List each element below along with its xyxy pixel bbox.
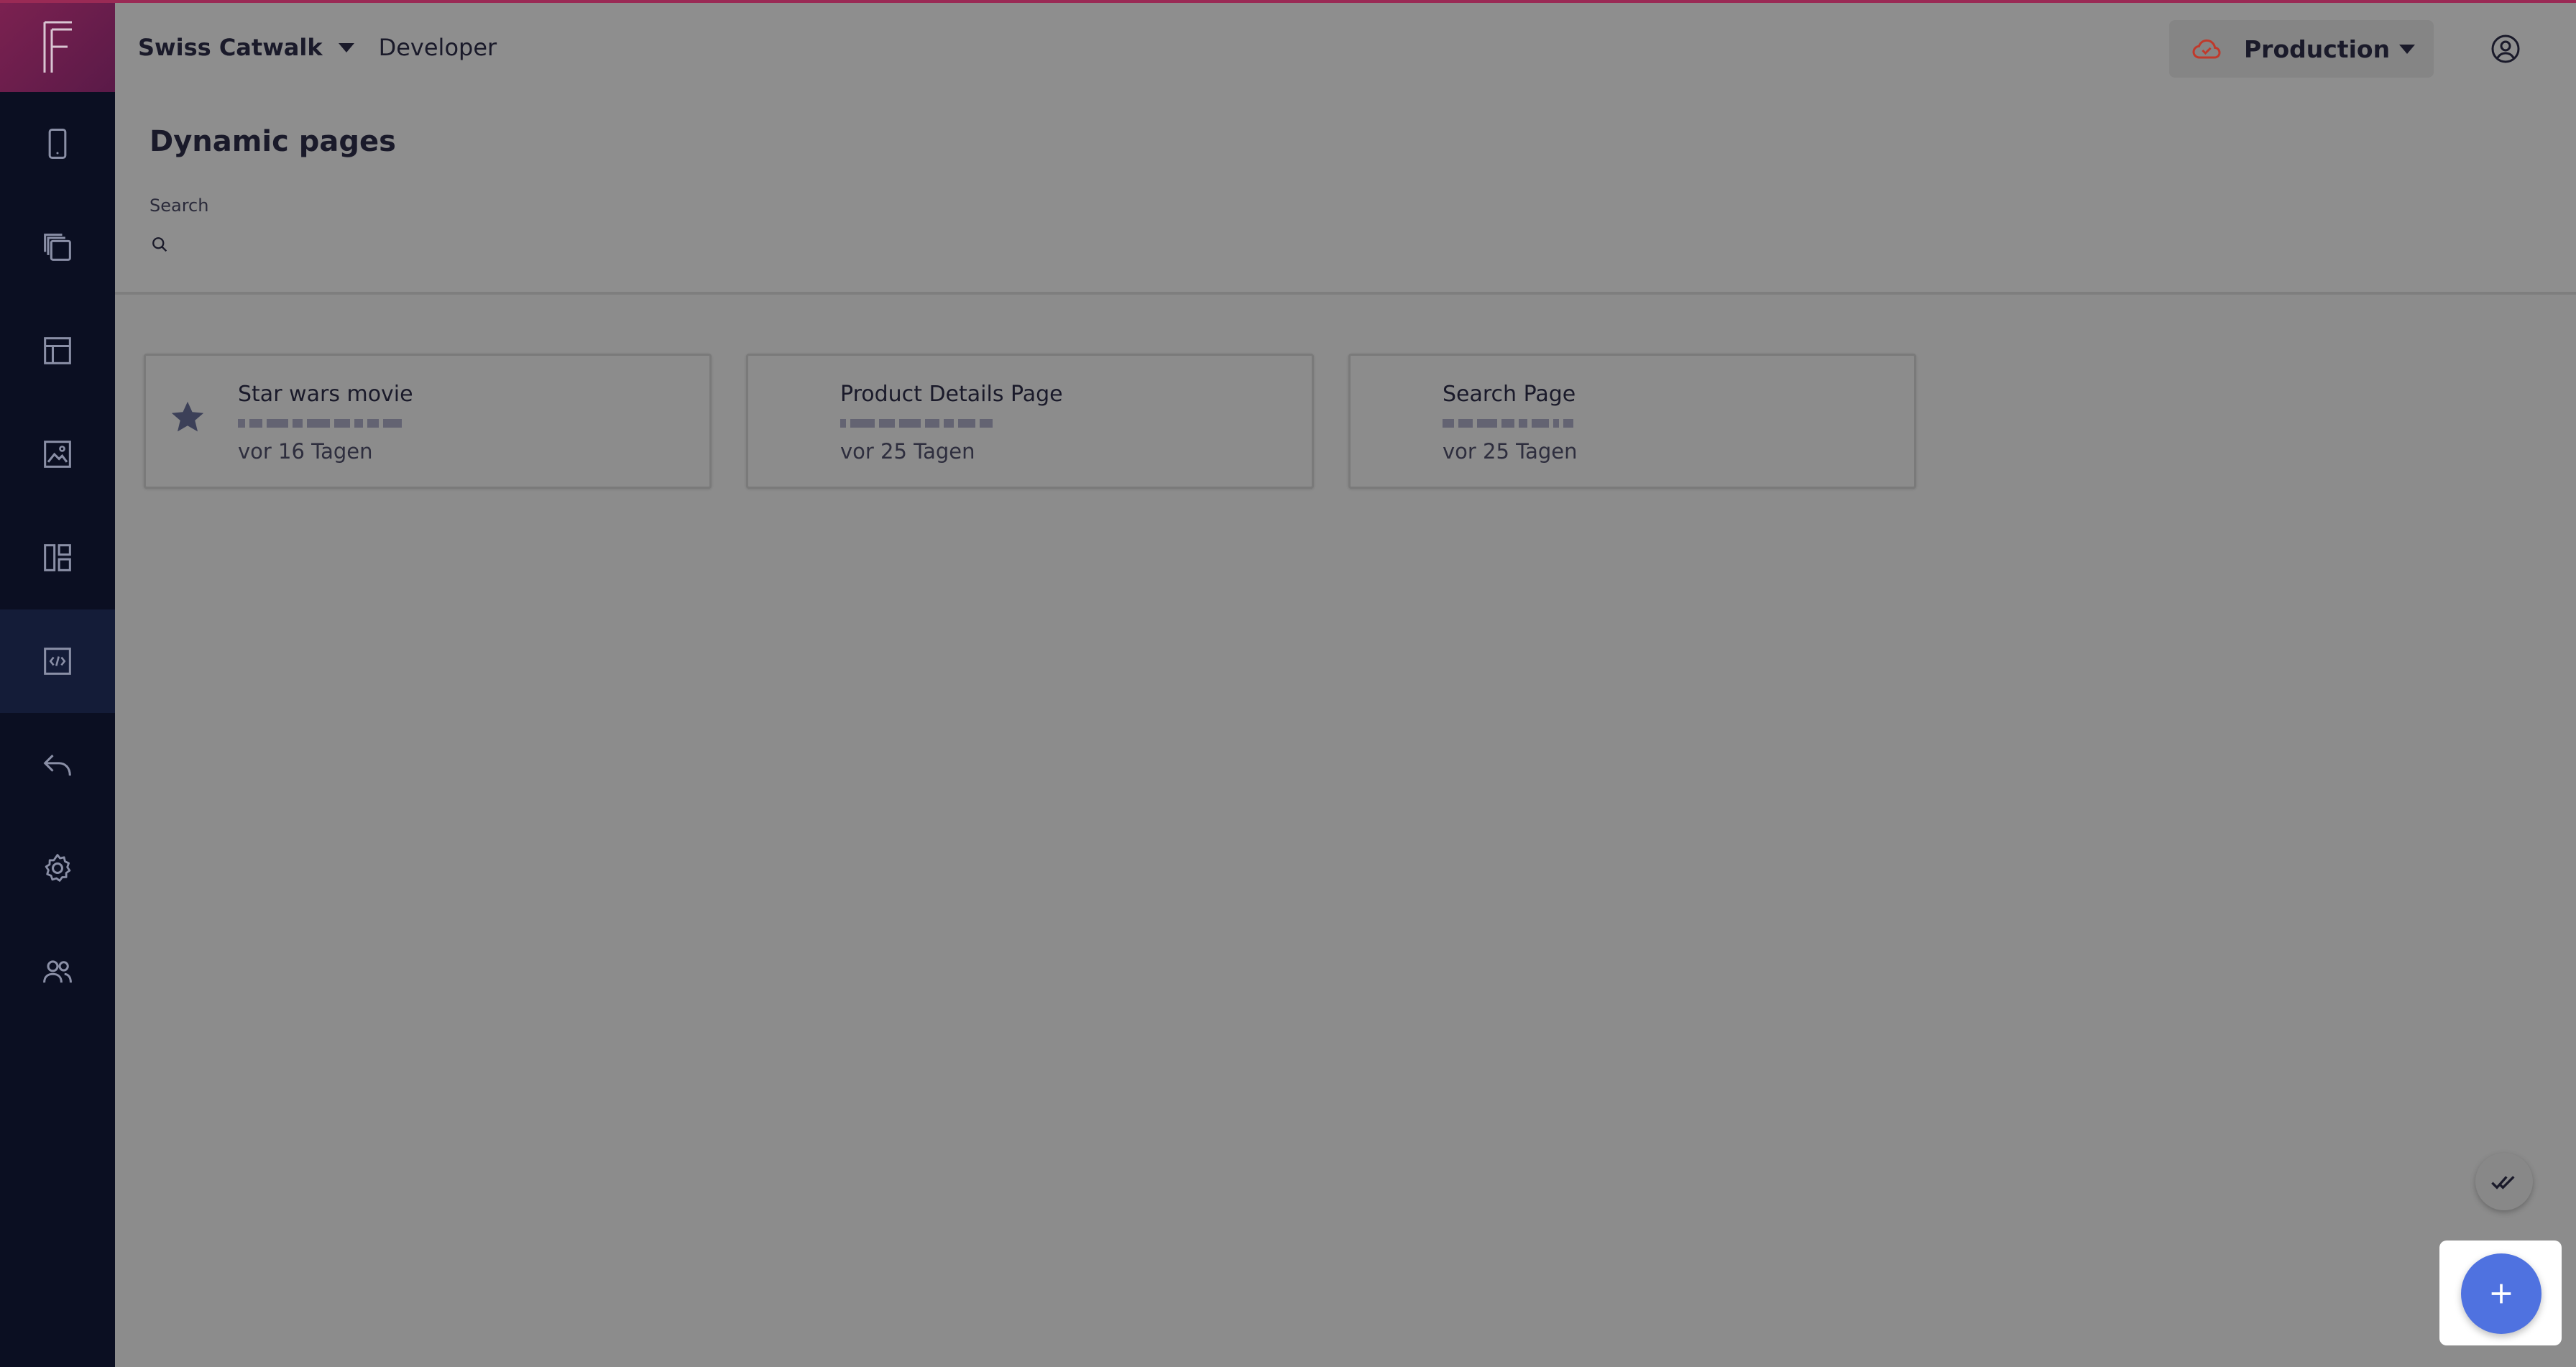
sidebar-item-developer[interactable]	[0, 609, 115, 713]
search-input[interactable]	[180, 229, 1012, 260]
page-header: Dynamic pages Search	[115, 92, 2576, 295]
undo-icon	[43, 754, 71, 776]
page-card-time: vor 16 Tagen	[238, 439, 373, 464]
page-card-subtitle-redacted	[840, 416, 1077, 431]
page-card-title: Star wars movie	[238, 382, 413, 407]
image-icon	[44, 441, 71, 468]
logo-f-icon	[43, 21, 72, 73]
sidebar-item-users[interactable]	[0, 920, 115, 1023]
page-card-title: Search Page	[1443, 382, 1576, 407]
sidebar-item-settings[interactable]	[0, 816, 115, 920]
dashboard-icon	[44, 544, 71, 571]
code-icon	[44, 648, 71, 675]
page-card[interactable]: Star wars movie vor 16 Tagen	[144, 354, 712, 489]
page-title: Dynamic pages	[150, 125, 396, 158]
mobile-icon	[48, 128, 67, 160]
sidebar-item-media[interactable]	[0, 402, 115, 506]
topbar: Swiss Catwalk Developer Production	[115, 0, 2576, 92]
environment-label: Production	[2244, 34, 2391, 63]
chevron-down-icon	[338, 42, 354, 52]
chevron-down-icon	[2399, 45, 2415, 54]
brand-logo[interactable]	[0, 0, 115, 92]
page-card-time: vor 25 Tagen	[840, 439, 975, 464]
sidebar-item-undo[interactable]	[0, 713, 115, 816]
layout-icon	[44, 337, 71, 364]
sidebar-item-pages[interactable]	[0, 195, 115, 299]
search-field	[150, 227, 1012, 262]
user-circle-icon[interactable]	[2488, 32, 2523, 66]
user-role: Developer	[378, 34, 497, 61]
star-icon[interactable]	[167, 397, 208, 438]
double-check-icon	[2491, 1176, 2515, 1189]
sidebar-item-layout[interactable]	[0, 299, 115, 402]
page-card-subtitle-redacted	[1443, 416, 1680, 431]
page-card[interactable]: Search Page vor 25 Tagen	[1348, 354, 1916, 489]
page-card[interactable]: Product Details Page vor 25 Tagen	[746, 354, 1314, 489]
gear-icon	[45, 854, 71, 882]
mark-all-done-button[interactable]	[2475, 1153, 2533, 1210]
project-selector[interactable]: Swiss Catwalk	[138, 34, 354, 61]
sidebar-item-mobile[interactable]	[0, 92, 115, 195]
sidebar-item-dashboard[interactable]	[0, 506, 115, 609]
plus-icon	[2491, 1284, 2511, 1304]
pages-copy-icon	[44, 234, 71, 261]
add-page-button[interactable]	[2461, 1253, 2542, 1334]
project-name: Swiss Catwalk	[138, 34, 323, 61]
search-label: Search	[150, 195, 209, 216]
page-card-title: Product Details Page	[840, 382, 1063, 407]
page-card-time: vor 25 Tagen	[1443, 439, 1578, 464]
sidebar	[0, 0, 115, 1367]
page-card-subtitle-redacted	[238, 416, 475, 431]
environment-selector[interactable]: Production	[2169, 20, 2434, 78]
search-icon	[152, 237, 167, 252]
cloud-icon	[2192, 39, 2221, 59]
app: Swiss Catwalk Developer Production Dynam…	[0, 0, 2576, 1367]
users-icon	[43, 960, 72, 983]
